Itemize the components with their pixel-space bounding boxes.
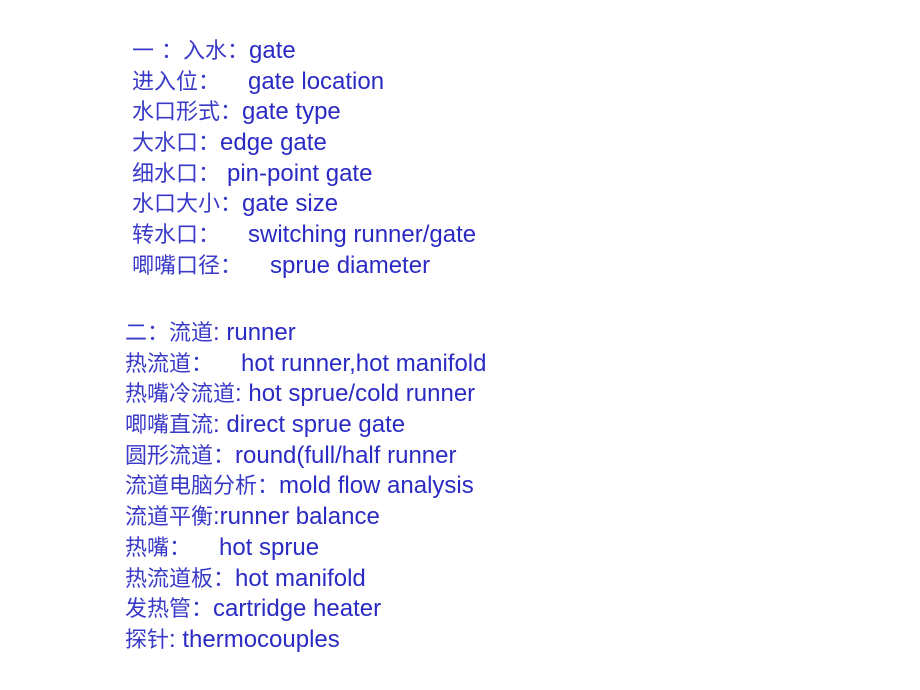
term-line: 圆形流道：round(full/half runner — [125, 441, 486, 472]
term-english: :runner balance — [213, 503, 380, 531]
term-english: cartridge heater — [213, 595, 382, 623]
runner-terms-section: 二：流道: runner 热流道： hot runner,hot manifol… — [125, 318, 486, 656]
term-line: 热嘴冷流道: hot sprue/cold runner — [125, 379, 486, 410]
term-line: 转水口： switching runner/gate — [132, 220, 476, 251]
term-line: 热流道： hot runner,hot manifold — [125, 349, 486, 380]
term-chinese: 热嘴： — [125, 535, 219, 561]
term-chinese: 圆形流道： — [125, 443, 236, 469]
term-english: sprue diameter — [269, 251, 431, 279]
term-english: mold flow analysis — [279, 472, 474, 500]
term-english: : direct sprue gate — [213, 411, 406, 439]
term-line: 水口形式：gate type — [132, 97, 476, 128]
term-chinese: 大水口： — [132, 131, 221, 157]
term-english: gate — [249, 37, 296, 64]
term-chinese: 一 ：入水： — [132, 39, 249, 64]
term-chinese: 转水口： — [132, 223, 248, 249]
term-chinese: 发热管： — [125, 597, 214, 623]
term-chinese: 流道电脑分析： — [125, 474, 280, 500]
term-english: switching runner/gate — [247, 221, 477, 249]
term-english: hot sprue — [218, 533, 320, 561]
term-chinese: 细水口： — [132, 161, 227, 187]
term-line: 二：流道: runner — [125, 318, 486, 349]
term-chinese: 二：流道 — [125, 321, 214, 346]
term-chinese: 探针 — [125, 627, 170, 653]
term-english: : runner — [213, 319, 296, 346]
term-chinese: 水口大小： — [132, 192, 243, 218]
term-chinese: 进入位： — [132, 69, 248, 95]
term-line: 进入位： gate location — [132, 67, 476, 98]
term-line: 热嘴： hot sprue — [125, 533, 486, 564]
term-line: 水口大小：gate size — [132, 189, 476, 220]
term-line: 发热管：cartridge heater — [125, 594, 486, 625]
term-chinese: 唧嘴直流 — [125, 413, 214, 439]
term-line: 一 ：入水：gate — [132, 36, 476, 67]
term-english: gate location — [247, 67, 385, 95]
term-english: gate size — [242, 190, 339, 218]
term-line: 唧嘴口径： sprue diameter — [132, 251, 476, 282]
term-chinese: 唧嘴口径： — [132, 253, 270, 279]
term-english: edge gate — [220, 129, 327, 157]
gate-terms-section: 一 ：入水：gate 进入位： gate location 水口形式：gate … — [132, 36, 476, 282]
term-english: pin-point gate — [227, 159, 373, 187]
term-english: gate type — [242, 98, 341, 126]
term-line: 流道平衡:runner balance — [125, 502, 486, 533]
term-english: : thermocouples — [169, 625, 340, 653]
term-line: 细水口： pin-point gate — [132, 159, 476, 190]
term-chinese: 热嘴冷流道 — [125, 382, 236, 408]
term-english: hot runner,hot manifold — [240, 349, 487, 377]
term-english: : hot sprue/cold runner — [235, 380, 476, 408]
term-line: 唧嘴直流: direct sprue gate — [125, 410, 486, 441]
term-chinese: 水口形式： — [132, 100, 243, 126]
term-line: 流道电脑分析：mold flow analysis — [125, 471, 486, 502]
term-english: hot manifold — [235, 564, 366, 592]
term-chinese: 热流道： — [125, 351, 241, 377]
term-line: 大水口：edge gate — [132, 128, 476, 159]
term-chinese: 热流道板： — [125, 566, 236, 592]
term-chinese: 流道平衡 — [125, 505, 214, 531]
term-line: 探针: thermocouples — [125, 625, 486, 656]
term-line: 热流道板：hot manifold — [125, 564, 486, 595]
term-english: round(full/half runner — [235, 441, 457, 469]
